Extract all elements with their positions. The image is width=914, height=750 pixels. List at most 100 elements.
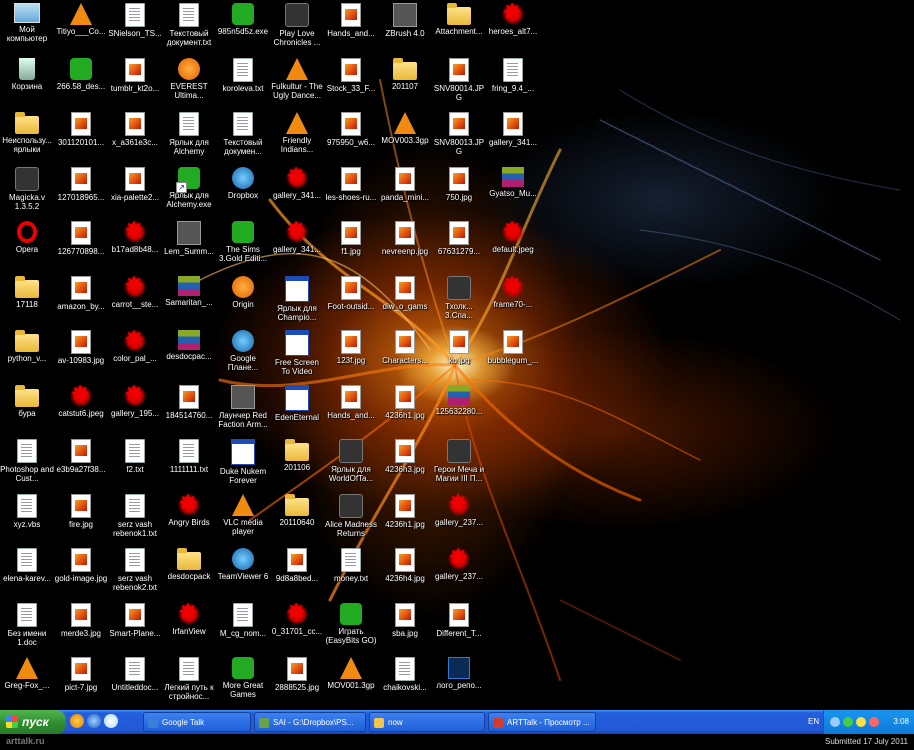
desktop-icon[interactable]: av-10983.jpg — [54, 330, 108, 365]
desktop-icon[interactable]: desdocpac... — [162, 330, 216, 361]
desktop-icon[interactable]: 126770898... — [54, 221, 108, 256]
desktop-icon[interactable]: 17118 — [0, 275, 54, 309]
desktop-icon[interactable]: Samaritan_... — [162, 275, 216, 307]
taskbar-button[interactable]: ARTTalk - Просмотр ... — [488, 712, 596, 732]
desktop-icon[interactable]: Attachment... — [432, 3, 486, 36]
desktop-icon[interactable]: e3b9a27f38... — [54, 439, 108, 474]
firefox-icon[interactable] — [70, 714, 84, 728]
desktop-icon[interactable]: b17ad8b48... — [108, 217, 162, 254]
browser-icon[interactable] — [87, 714, 101, 728]
desktop-icon[interactable]: fring_9.4_... — [486, 57, 540, 93]
desktop-icon[interactable]: Play Love Chronicles ... — [270, 3, 324, 47]
desktop-icon[interactable]: лого_репо... — [432, 657, 486, 690]
desktop-icon[interactable]: Ярлык для Alchemy.exe — [162, 166, 216, 209]
desktop-icon[interactable]: 201107 — [378, 57, 432, 91]
desktop-icon[interactable]: 0_31701_cc... — [270, 599, 324, 636]
desktop-icon[interactable]: ko.jpg — [432, 330, 486, 365]
desktop-icon[interactable]: IrfanView — [162, 599, 216, 636]
start-button[interactable]: пуск — [0, 710, 66, 734]
desktop-icon[interactable]: 4236h3.jpg — [378, 439, 432, 474]
desktop-icon[interactable]: Different_T... — [432, 602, 486, 638]
desktop-icon[interactable]: 201106 — [270, 439, 324, 472]
desktop-icon[interactable]: Тхолк... 3.Спа... — [432, 275, 486, 320]
desktop-icon[interactable]: python_v... — [0, 330, 54, 363]
desktop-icon[interactable]: Characters... — [378, 330, 432, 365]
desktop-icon[interactable]: koroleva.txt — [216, 57, 270, 93]
desktop-icon[interactable]: Opera — [0, 221, 54, 254]
messenger-icon[interactable] — [104, 714, 118, 728]
desktop-icon[interactable]: 4236h4.jpg — [378, 548, 432, 583]
desktop-icon[interactable]: x_a361e3c... — [108, 112, 162, 147]
desktop-icon[interactable]: EdenEternal — [270, 384, 324, 422]
desktop-icon[interactable]: merde3.jpg — [54, 602, 108, 638]
clock[interactable]: 3:08 — [893, 710, 909, 734]
desktop-icon[interactable]: 9d8a8bed... — [270, 548, 324, 583]
desktop-icon[interactable]: Играть (EasyBits GO) — [324, 602, 378, 645]
desktop-icon[interactable]: TeamViewer 6 — [216, 548, 270, 581]
desktop-icon[interactable]: Lem_Summ... — [162, 221, 216, 256]
desktop-icon[interactable]: gallery_341... — [270, 217, 324, 254]
desktop-icon[interactable]: Foot-outsid... — [324, 275, 378, 311]
desktop-icon[interactable]: 184514760... — [162, 384, 216, 420]
desktop-icon[interactable]: color_pal_... — [108, 326, 162, 363]
desktop-icon[interactable]: Untitleddoc... — [108, 657, 162, 692]
desktop-icon[interactable]: Корзина — [0, 57, 54, 91]
desktop-icon[interactable]: Photoshop and Cust... — [0, 439, 54, 483]
desktop-icon[interactable]: 975950_w6... — [324, 112, 378, 147]
desktop-icon[interactable]: Неиспользу... ярлыки — [0, 112, 54, 154]
desktop-icon[interactable]: Ярлык для Alchemy — [162, 112, 216, 156]
desktop-icon[interactable]: ZBrush 4.0 — [378, 3, 432, 38]
desktop-icon[interactable]: MOV003.3gp — [378, 112, 432, 145]
desktop-icon[interactable]: M_cg_nom... — [216, 602, 270, 638]
desktop-icon[interactable]: EVEREST Ultima... — [162, 57, 216, 100]
desktop-icon[interactable]: default.jpeg — [486, 217, 540, 254]
desktop-icon[interactable]: SNielson_TS... — [108, 3, 162, 38]
desktop-icon[interactable]: Smart-Plane... — [108, 602, 162, 638]
desktop-icon[interactable]: Duke Nukem Forever — [216, 439, 270, 485]
desktop-icon[interactable]: Лаунчер Red Faction Arm... — [216, 384, 270, 429]
taskbar-button[interactable]: SAI - G:\Dropbox\PS... — [254, 712, 366, 732]
desktop-icon[interactable]: chaikovski... — [378, 657, 432, 692]
tray-app-icon[interactable] — [869, 717, 879, 727]
desktop-icon[interactable]: Angry Birds — [162, 490, 216, 527]
desktop-icon[interactable]: More Great Games — [216, 657, 270, 699]
desktop-icon[interactable]: heroes_alt7... — [486, 0, 540, 36]
taskbar-button[interactable]: Google Talk — [143, 712, 251, 732]
desktop-icon[interactable]: Мой компьютер — [0, 3, 54, 43]
desktop-icon[interactable]: 123f.jpg — [324, 330, 378, 365]
desktop-icon[interactable]: Fulkultur - The Ugly Dance... — [270, 57, 324, 100]
desktop-icon[interactable]: f1.jpg — [324, 221, 378, 256]
desktop-icon[interactable]: Текстовый докумен... — [216, 112, 270, 156]
desktop-icon[interactable]: SNV80013.JPG — [432, 112, 486, 156]
desktop-icon[interactable]: serz vash rebenok1.txt — [108, 493, 162, 538]
desktop-icon[interactable]: xia-palette2... — [108, 166, 162, 202]
taskbar-button[interactable]: now — [369, 712, 485, 732]
desktop-icon[interactable]: gallery_341... — [270, 163, 324, 200]
desktop-icon[interactable]: Текстовый документ.txt — [162, 3, 216, 47]
desktop-icon[interactable]: amazon_by... — [54, 275, 108, 311]
desktop-icon[interactable]: Ярлык для WorldOfTa... — [324, 439, 378, 483]
desktop-icon[interactable]: VLC media player — [216, 493, 270, 536]
desktop-icon[interactable]: f2.txt — [108, 439, 162, 474]
desktop-icon[interactable]: les-shoes-ru... — [324, 166, 378, 202]
desktop-icon[interactable]: 2888525.jpg — [270, 657, 324, 692]
desktop-icon[interactable]: 750.jpg — [432, 166, 486, 202]
desktop-icon[interactable]: Hands_and... — [324, 3, 378, 38]
desktop-icon[interactable]: The Sims 3.Gold Editi... — [216, 221, 270, 263]
desktop-icon[interactable]: Magicka.v 1.3.5.2 — [0, 166, 54, 211]
desktop-icon[interactable]: gallery_237... — [432, 490, 486, 527]
desktop-icon[interactable]: xyz.vbs — [0, 493, 54, 529]
desktop-icon[interactable]: Friendly Indians... — [270, 112, 324, 154]
desktop-icon[interactable]: fire.jpg — [54, 493, 108, 529]
desktop-icon[interactable]: Без имени 1.doc — [0, 602, 54, 647]
desktop-icon[interactable]: sba.jpg — [378, 602, 432, 638]
desktop-icon[interactable]: 125632280... — [432, 384, 486, 416]
desktop-icon[interactable]: tumblr_kt2o... — [108, 57, 162, 93]
desktop-icon[interactable]: desdocpack — [162, 548, 216, 581]
desktop-icon[interactable]: 1111111.txt — [162, 439, 216, 474]
desktop-icon[interactable]: gallery_341... — [486, 112, 540, 147]
desktop-icon[interactable]: MOV001.3gp — [324, 657, 378, 690]
desktop-icon[interactable]: Stock_33_F... — [324, 57, 378, 93]
desktop-icon[interactable]: pict-7.jpg — [54, 657, 108, 692]
desktop-icon[interactable]: Origin — [216, 275, 270, 309]
